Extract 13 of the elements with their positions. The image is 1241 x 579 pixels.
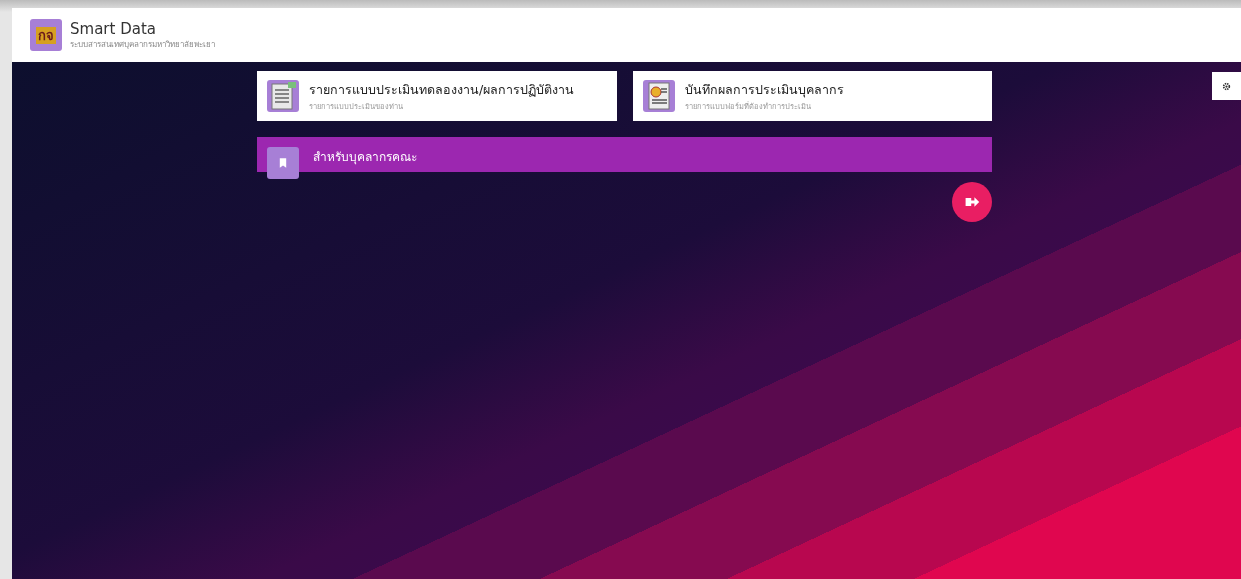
card-title: บันทึกผลการประเมินบุคลากร	[684, 81, 844, 100]
app-title: Smart Data	[70, 19, 157, 38]
logo: กจ	[30, 19, 62, 51]
certificate-icon	[642, 80, 675, 112]
section-title: สำหรับบุคลากรคณะ	[313, 149, 417, 166]
settings-button[interactable]	[1212, 72, 1241, 100]
document-icon	[267, 80, 299, 112]
logout-button[interactable]	[952, 182, 992, 222]
bookmark-icon	[267, 147, 299, 179]
card-title: รายการแบบประเมินทดลองงาน/ผลการปฏิบัติงาน	[309, 81, 575, 99]
app-subtitle: ระบบสารสนเทศบุคลากรมหาวิทยาลัยพะเยา	[70, 38, 215, 51]
settings-icon	[1222, 81, 1231, 91]
logout-icon	[964, 194, 980, 210]
